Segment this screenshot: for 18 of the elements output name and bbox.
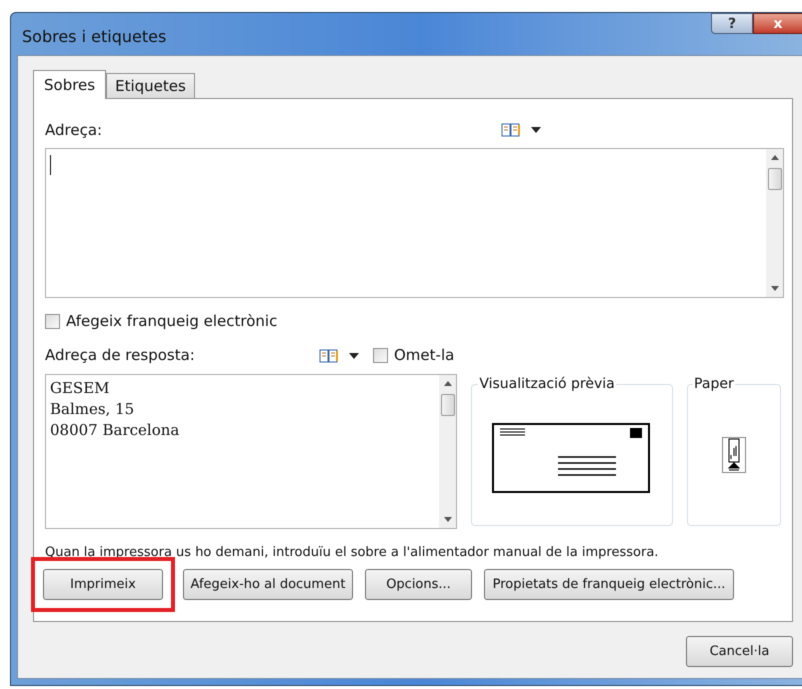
field-label: Adreça de resposta: — [45, 345, 196, 366]
window-title: Sobres i etiquetes — [22, 26, 166, 48]
tab[interactable]: Etiquetes — [106, 73, 195, 98]
instruction-text: Quan la impressora us ho demani, introduïu el sobre a l'alimentador manual de la impressora. — [45, 544, 660, 562]
checkbox-label: Omet-la — [394, 345, 454, 366]
help-button[interactable]: ? — [711, 13, 753, 34]
checkbox-label: Afegeix franqueig electrònic — [66, 311, 278, 332]
address-line: Balmes, 15 — [50, 398, 136, 420]
action-button[interactable]: Propietats de franqueig electrònic... — [484, 569, 734, 600]
tab[interactable]: Sobres — [33, 70, 106, 99]
action-button[interactable]: Opcions... — [365, 569, 472, 600]
action-button[interactable]: Afegeix-ho al document — [183, 569, 353, 600]
return-address-field[interactable]: GESEM Balmes, 15 08007 Barcelona — [45, 374, 458, 528]
cancel-button[interactable]: Cancel·la — [686, 636, 793, 667]
address-line: GESEM — [50, 378, 111, 398]
field-label: Adreça: — [45, 120, 104, 141]
address-line: 08007 Barcelona — [50, 420, 180, 440]
print-button[interactable]: Imprimeix — [43, 569, 163, 600]
